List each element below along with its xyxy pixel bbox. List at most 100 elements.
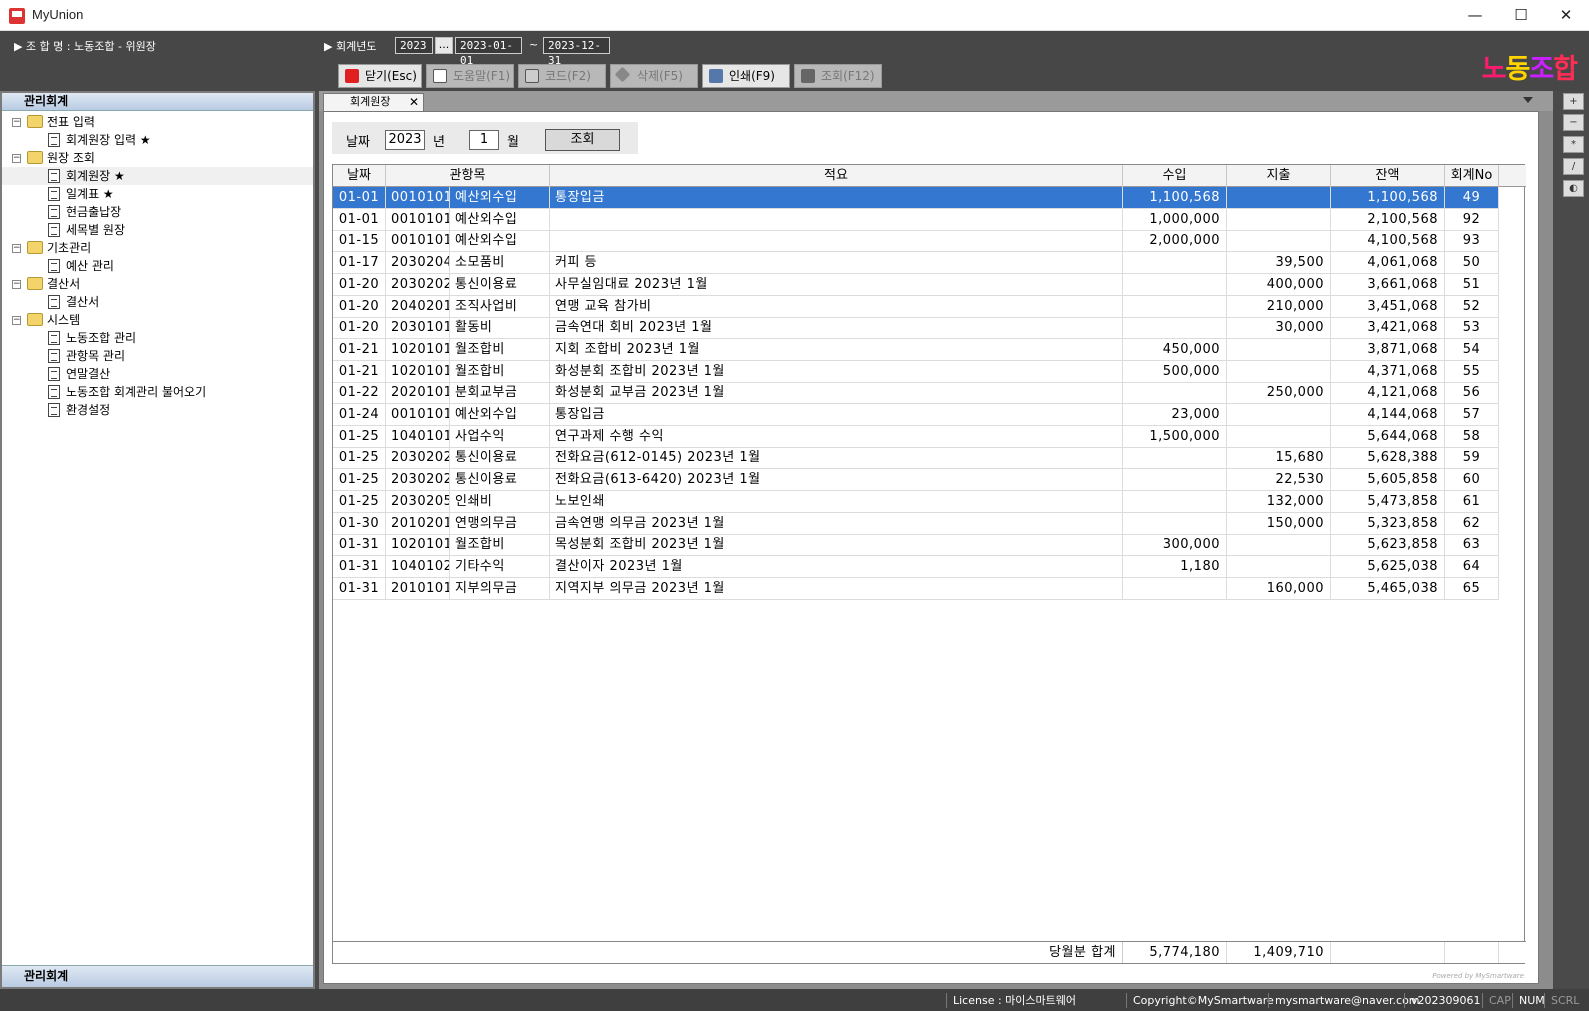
tree-folder-2[interactable]: − 원장 조회 <box>2 149 313 167</box>
collapse-icon[interactable]: − <box>12 154 21 163</box>
table-row[interactable]: 01-15 0010101 예산외수입 2,000,000 4,100,568 93 <box>333 230 1499 253</box>
table-row[interactable]: 01-22 2020101 분회교부금 화성분회 교부금 2023년 1월 250,00… <box>333 382 1499 405</box>
table-cell: 150,000 <box>1227 512 1331 535</box>
tab-list-chevron-icon[interactable] <box>1523 97 1533 103</box>
fiscal-year-picker-button[interactable]: ... <box>435 37 453 54</box>
tree-label: 관항목 관리 <box>66 349 126 363</box>
table-row[interactable]: 01-01 0010101 예산외수입 1,000,000 2,100,568 92 <box>333 208 1499 231</box>
minus-tool[interactable]: − <box>1563 114 1584 131</box>
tree-item-10[interactable]: 결산서 <box>2 293 313 311</box>
table-row[interactable]: 01-20 2030101 활동비 금속연대 회비 2023년 1월 30,000 3,4… <box>333 317 1499 340</box>
table-row[interactable]: 01-25 2030205 인쇄비 노보인쇄 132,000 5,473,858 61 <box>333 490 1499 513</box>
close-button[interactable]: 닫기(Esc) <box>338 64 422 88</box>
document-icon <box>48 403 60 417</box>
column-header-2[interactable]: 적요 <box>550 165 1123 187</box>
tab-ledger[interactable]: 회계원장 ✕ <box>323 93 424 111</box>
month-input[interactable]: 1 <box>469 130 499 150</box>
table-cell: 01-20 <box>333 317 386 340</box>
tree-item-16[interactable]: 환경설정 <box>2 401 313 419</box>
column-header-6[interactable]: 회계No <box>1445 165 1499 187</box>
column-header-1[interactable]: 관항목 <box>386 165 550 187</box>
year-input[interactable]: 2023 <box>385 130 425 150</box>
help-button[interactable]: 도움말(F1) <box>426 64 514 88</box>
close-window-button[interactable]: ✕ <box>1543 0 1589 31</box>
table-row[interactable]: 01-30 2010201 연맹의무금 금속연맹 의무금 2023년 1월 150,00… <box>333 512 1499 535</box>
tree-item-6[interactable]: 세목별 원장 <box>2 221 313 239</box>
table-row[interactable]: 01-24 0010101 예산외수입 통장입금 23,000 4,144,068 57 <box>333 404 1499 426</box>
query-toolbar-button-label: 조회(F12) <box>821 69 875 83</box>
tree-label: 현금출납장 <box>66 205 122 219</box>
document-icon <box>48 331 60 345</box>
delete-button[interactable]: 삭제(F5) <box>610 64 698 88</box>
date-to-input[interactable]: 2023-12-31 <box>543 37 610 67</box>
tree-item-3[interactable]: 회계원장 ★ <box>2 167 313 185</box>
table-cell: 4,121,068 <box>1331 382 1445 405</box>
date-range-separator: ~ <box>529 38 539 51</box>
table-row[interactable]: 01-25 2030202 통신이용료 전화요금(612-0145) 2023년 1월… <box>333 447 1499 470</box>
tree-item-4[interactable]: 일계표 ★ <box>2 185 313 203</box>
document-icon <box>48 133 60 147</box>
table-row[interactable]: 01-17 2030204 소모품비 커피 등 39,500 4,061,068 50 <box>333 252 1499 275</box>
collapse-icon[interactable]: − <box>12 280 21 289</box>
table-row[interactable]: 01-31 2010101 지부의무금 지역지부 의무금 2023년 1월 160,00… <box>333 577 1499 600</box>
table-row[interactable]: 01-20 2030202 통신이용료 사무실임대료 2023년 1월 400,000 3… <box>333 273 1499 296</box>
tree-item-8[interactable]: 예산 관리 <box>2 257 313 275</box>
table-row[interactable]: 01-25 1040101 사업수익 연구과제 수행 수익 1,500,000 5,644… <box>333 425 1499 448</box>
column-header-5[interactable]: 잔액 <box>1331 165 1445 187</box>
collapse-icon[interactable]: − <box>12 118 21 127</box>
collapse-icon[interactable]: − <box>12 316 21 325</box>
table-row[interactable]: 01-31 1020101 월조합비 목성분회 조합비 2023년 1월 300,000… <box>333 534 1499 557</box>
table-row[interactable]: 01-25 2030202 통신이용료 전화요금(613-6420) 2023년 1월… <box>333 469 1499 492</box>
multiply-tool[interactable]: * <box>1563 136 1584 153</box>
table-row[interactable]: 01-31 1040102 기타수익 결산이자 2023년 1월 1,180 5,625,… <box>333 555 1499 578</box>
table-cell: 30,000 <box>1227 317 1331 340</box>
fiscal-year-input[interactable]: 2023 <box>395 37 433 54</box>
tree-folder-0[interactable]: − 전표 입력 <box>2 113 313 131</box>
table-cell: 54 <box>1445 338 1499 361</box>
copyright-status: Copyright©MySmartware <box>1126 993 1280 1008</box>
table-cell: 450,000 <box>1123 338 1227 361</box>
maximize-button[interactable]: ☐ <box>1498 0 1544 31</box>
tree-item-15[interactable]: 노동조합 회계관리 불어오기 <box>2 383 313 401</box>
date-label: 날짜 <box>346 135 370 150</box>
contrast-tool[interactable]: ◐ <box>1563 180 1584 197</box>
minimize-button[interactable]: — <box>1452 0 1498 31</box>
table-cell: 01-01 <box>333 208 386 231</box>
code-button-label: 코드(F2) <box>545 69 591 83</box>
tree-label: 기초관리 <box>47 241 92 255</box>
table-row[interactable]: 01-21 1020101 월조합비 화성분회 조합비 2023년 1월 500,000… <box>333 360 1499 383</box>
divide-tool[interactable]: / <box>1563 158 1584 175</box>
code-icon <box>525 69 539 83</box>
table-cell: 50 <box>1445 252 1499 275</box>
table-cell: 금속연맹 의무금 2023년 1월 <box>550 512 1123 535</box>
document-icon <box>48 259 60 273</box>
plus-tool[interactable]: + <box>1563 93 1584 110</box>
table-row[interactable]: 01-20 2040201 조직사업비 연맹 교육 참가비 210,000 3,451,0… <box>333 295 1499 318</box>
date-from-input[interactable]: 2023-01-01 <box>455 37 522 67</box>
table-row[interactable]: 01-01 0010101 예산외수입 통장입금 1,100,568 1,100,568 4… <box>333 187 1499 209</box>
column-header-3[interactable]: 수입 <box>1123 165 1227 187</box>
tree-folder-7[interactable]: − 기초관리 <box>2 239 313 257</box>
tree-item-12[interactable]: 노동조합 관리 <box>2 329 313 347</box>
table-cell: 1,500,000 <box>1123 425 1227 448</box>
tree-item-1[interactable]: 회계원장 입력 ★ <box>2 131 313 149</box>
tree-folder-9[interactable]: − 결산서 <box>2 275 313 293</box>
tree-item-5[interactable]: 현금출납장 <box>2 203 313 221</box>
tree-folder-11[interactable]: − 시스템 <box>2 311 313 329</box>
column-header-0[interactable]: 날짜 <box>333 165 386 187</box>
month-unit-label: 월 <box>507 135 519 150</box>
tab-close-icon[interactable]: ✕ <box>409 94 419 110</box>
table-row[interactable]: 01-21 1020101 월조합비 지회 조합비 2023년 1월 450,000 3,… <box>333 338 1499 361</box>
query-toolbar-button[interactable]: 조회(F12) <box>794 64 882 88</box>
collapse-icon[interactable]: − <box>12 244 21 253</box>
print-button[interactable]: 인쇄(F9) <box>702 64 790 88</box>
code-button[interactable]: 코드(F2) <box>518 64 606 88</box>
table-cell: 5,623,858 <box>1331 534 1445 557</box>
tree-label: 회계원장 입력 ★ <box>66 133 151 147</box>
table-cell: 01-31 <box>333 577 386 600</box>
panel-footer[interactable]: 관리회계 <box>2 965 313 987</box>
tree-item-14[interactable]: 연말결산 <box>2 365 313 383</box>
column-header-4[interactable]: 지출 <box>1227 165 1331 187</box>
tree-item-13[interactable]: 관항목 관리 <box>2 347 313 365</box>
query-button[interactable]: 조회 <box>545 129 620 151</box>
